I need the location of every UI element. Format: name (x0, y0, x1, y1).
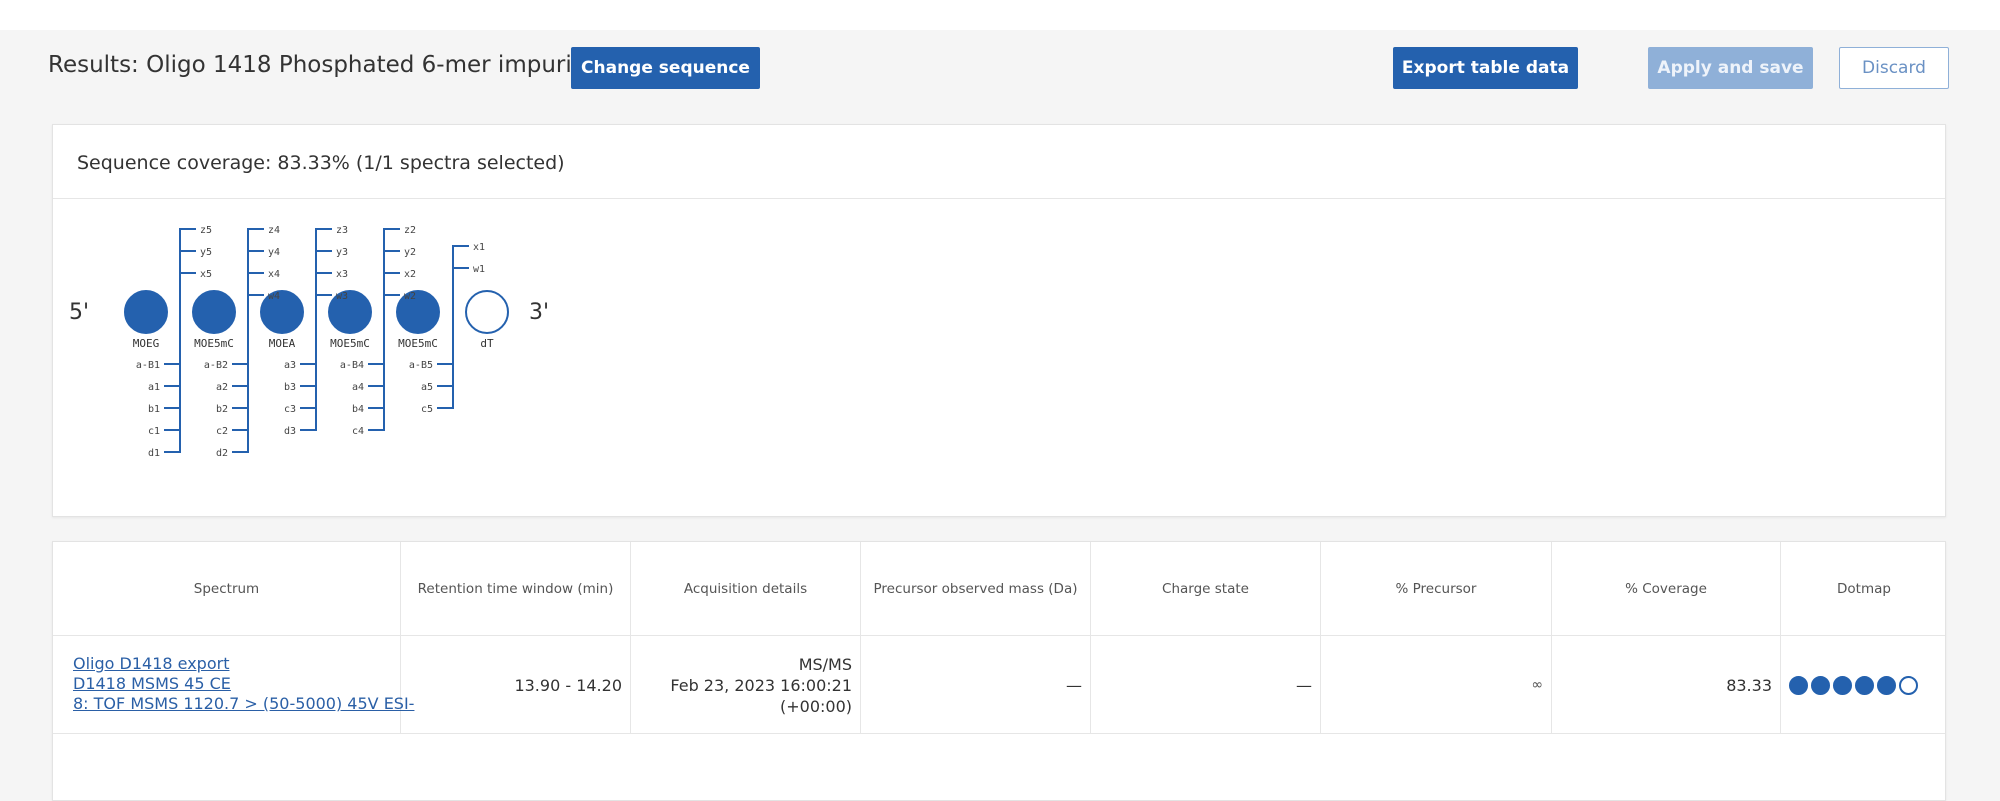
nucleotide-circle[interactable] (465, 290, 509, 334)
fragment-label: b4 (352, 404, 364, 415)
fragment-label: a2 (216, 382, 228, 393)
sequence-coverage-diagram: 5' 3' MOEG MOE5mC MOEA MOE5mC MOE5mC dT z5 y5 x… (69, 225, 549, 459)
cell-retention-time: 13.90 - 14.20 (401, 636, 631, 734)
percent-coverage-value: 83.33 (1726, 675, 1772, 695)
nucleotide-label: MOE5mC (398, 337, 438, 350)
nucleotide-circle[interactable] (192, 290, 236, 334)
page-title: Results: Oligo 1418 Phosphated 6-mer imp… (48, 52, 595, 78)
fragment-label: a1 (148, 382, 160, 393)
acquisition-date: Feb 23, 2023 16:00:21 (670, 676, 852, 695)
fragment-label: d2 (216, 448, 228, 459)
cell-percent-coverage: 83.33 (1552, 636, 1781, 734)
spectrum-link-msms[interactable]: D1418 MSMS 45 CE (73, 674, 414, 694)
fragment-label: a4 (352, 382, 364, 393)
fragment-label: c1 (148, 426, 160, 437)
column-header-percent-coverage[interactable]: % Coverage (1552, 542, 1781, 636)
change-sequence-button[interactable]: Change sequence (571, 47, 760, 89)
fragment-label: y4 (268, 247, 280, 258)
fragment-label: w4 (268, 291, 280, 302)
fragment-label: a-B5 (409, 360, 433, 371)
apply-and-save-button[interactable]: Apply and save (1648, 47, 1813, 89)
fragment-label: d3 (284, 426, 296, 437)
fragment-label: y3 (336, 247, 348, 258)
cell-charge-state: — (1091, 636, 1321, 734)
five-prime-label: 5' (69, 300, 89, 325)
fragment-label: z4 (268, 225, 280, 236)
three-prime-label: 3' (529, 300, 549, 325)
nucleotide-label: dT (480, 337, 494, 350)
dotmap-dot-covered (1877, 675, 1896, 695)
cell-dotmap (1781, 636, 1947, 734)
fragment-label: a5 (421, 382, 433, 393)
fragment-label: y2 (404, 247, 416, 258)
acquisition-timezone: (+00:00) (780, 697, 852, 716)
cell-acquisition: MS/MS Feb 23, 2023 16:00:21 (+00:00) (631, 636, 861, 734)
fragment-label: x2 (404, 269, 416, 280)
discard-button[interactable]: Discard (1839, 47, 1949, 89)
fragment-label: z2 (404, 225, 416, 236)
cell-precursor-mass: — (861, 636, 1091, 734)
table-row[interactable]: Oligo D1418 export D1418 MSMS 45 CE 8: T… (53, 636, 1945, 734)
retention-time-value: 13.90 - 14.20 (514, 675, 622, 695)
fragment-label: y5 (200, 247, 212, 258)
fragment-label: x3 (336, 269, 348, 280)
top-bar (0, 0, 2000, 30)
acquisition-type: MS/MS (798, 655, 852, 674)
column-header-spectrum[interactable]: Spectrum (53, 542, 401, 636)
fragment-label: z3 (336, 225, 348, 236)
fragment-label: b1 (148, 404, 160, 415)
nucleotide-circle[interactable] (124, 290, 168, 334)
fragment-label: c2 (216, 426, 228, 437)
percent-precursor-value: ∞ (1531, 677, 1543, 693)
fragment-label: a-B2 (204, 360, 228, 371)
fragment-label: w1 (473, 264, 485, 275)
nucleotide-label: MOE5mC (194, 337, 234, 350)
fragment-label: b3 (284, 382, 296, 393)
cell-spectrum: Oligo D1418 export D1418 MSMS 45 CE 8: T… (53, 636, 414, 734)
column-header-dotmap[interactable]: Dotmap (1781, 542, 1947, 636)
fragment-label: x5 (200, 269, 212, 280)
coverage-header: Sequence coverage: 83.33% (1/1 spectra s… (53, 125, 1945, 199)
column-header-retention-time[interactable]: Retention time window (min) (401, 542, 631, 636)
fragment-label: w2 (404, 291, 416, 302)
sequence-coverage-card: Sequence coverage: 83.33% (1/1 spectra s… (52, 124, 1946, 517)
dotmap-dot-covered (1789, 675, 1808, 695)
column-header-acquisition[interactable]: Acquisition details (631, 542, 861, 636)
spectrum-link-export[interactable]: Oligo D1418 export (73, 654, 414, 674)
results-table: Spectrum Retention time window (min) Acq… (52, 541, 1946, 801)
nucleotide-label: MOEG (133, 337, 160, 350)
fragment-label: c3 (284, 404, 296, 415)
column-header-precursor-mass[interactable]: Precursor observed mass (Da) (861, 542, 1091, 636)
dotmap-dot-covered (1855, 675, 1874, 695)
coverage-title: Sequence coverage: 83.33% (1/1 spectra s… (77, 152, 565, 174)
dotmap (1789, 636, 1921, 734)
dotmap-dot-uncovered (1899, 675, 1918, 695)
fragment-label: x4 (268, 269, 280, 280)
fragment-label: a3 (284, 360, 296, 371)
nucleotide-label: MOE5mC (330, 337, 370, 350)
fragment-label: a-B4 (340, 360, 364, 371)
column-header-percent-precursor[interactable]: % Precursor (1321, 542, 1552, 636)
dotmap-dot-covered (1811, 675, 1830, 695)
fragment-label: x1 (473, 242, 485, 253)
fragment-label: z5 (200, 225, 212, 236)
cell-percent-precursor: ∞ (1321, 636, 1552, 734)
table-header: Spectrum Retention time window (min) Acq… (53, 542, 1945, 636)
spectrum-link-tof[interactable]: 8: TOF MSMS 1120.7 > (50-5000) 45V ESI- (73, 694, 414, 714)
export-table-data-button[interactable]: Export table data (1393, 47, 1578, 89)
nucleotide-label: MOEA (269, 337, 296, 350)
fragment-label: a-B1 (136, 360, 160, 371)
fragment-label: b2 (216, 404, 228, 415)
charge-state-value: — (1296, 675, 1312, 695)
fragment-label: d1 (148, 448, 160, 459)
fragment-label: c4 (352, 426, 364, 437)
fragment-label: w3 (336, 291, 348, 302)
column-header-charge-state[interactable]: Charge state (1091, 542, 1321, 636)
fragment-label: c5 (421, 404, 433, 415)
dotmap-dot-covered (1833, 675, 1852, 695)
precursor-mass-value: — (1066, 675, 1082, 695)
